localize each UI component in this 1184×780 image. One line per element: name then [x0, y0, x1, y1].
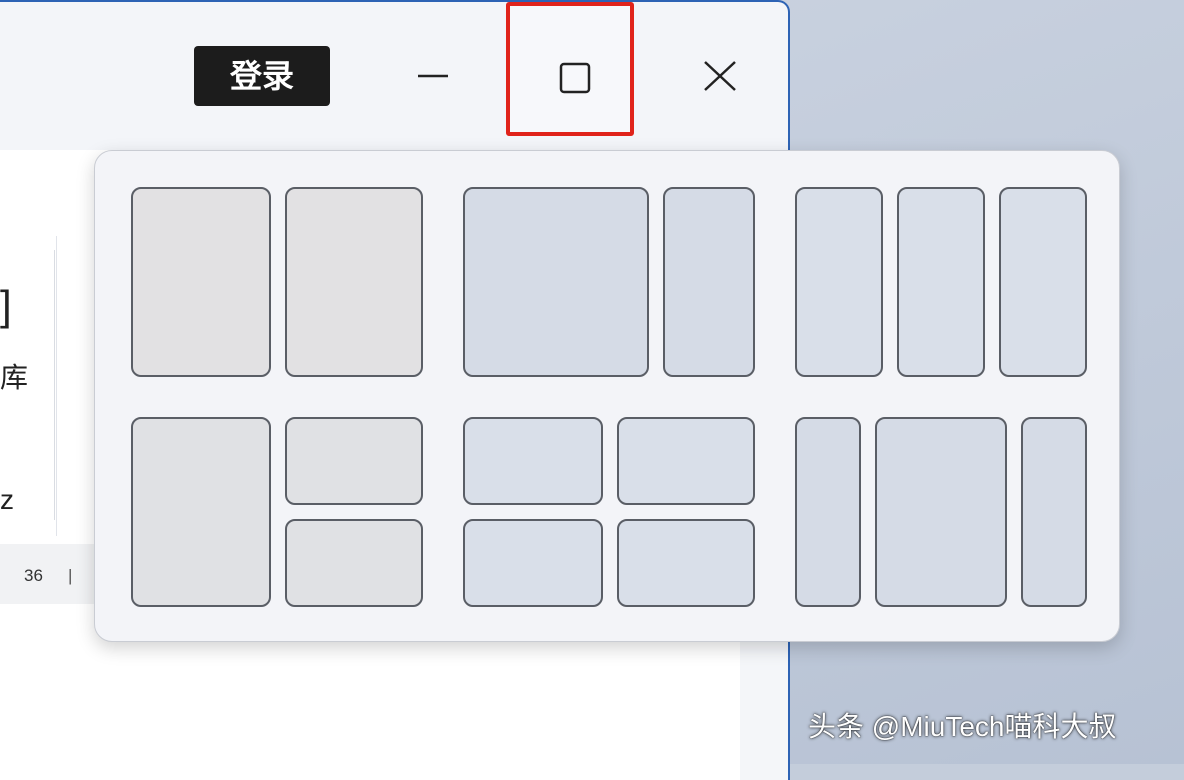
minimize-icon	[418, 74, 448, 78]
snap-zone-layout6-right[interactable]	[1021, 417, 1087, 607]
snap-zone-layout3-middle[interactable]	[897, 187, 985, 377]
sidebar-divider	[54, 250, 55, 520]
snap-zone-layout5-bottom-left[interactable]	[463, 519, 603, 607]
snap-zone-layout4-bottom-right[interactable]	[285, 519, 423, 607]
snap-zone-layout2-right[interactable]	[663, 187, 755, 377]
sidebar-glyph-low: z	[0, 484, 14, 515]
sidebar-glyph-library: 库	[0, 362, 29, 393]
status-separator: |	[68, 566, 73, 585]
maximize-icon	[559, 62, 591, 94]
snap-zone-layout5-bottom-right[interactable]	[617, 519, 755, 607]
snap-zone-layout3-right[interactable]	[999, 187, 1087, 377]
snap-zone-layout2-left[interactable]	[463, 187, 649, 377]
snap-layouts-flyout	[94, 150, 1120, 642]
watermark: 头条 @MiuTech喵科大叔	[808, 711, 1117, 742]
status-count: 36	[24, 566, 43, 585]
minimize-button[interactable]	[366, 0, 496, 140]
snap-zone-layout4-top-right[interactable]	[285, 417, 423, 505]
close-button[interactable]	[656, 0, 786, 140]
maximize-button[interactable]	[506, 2, 634, 136]
login-button[interactable]: 登录	[194, 46, 330, 106]
snap-zone-layout5-top-left[interactable]	[463, 417, 603, 505]
close-icon	[704, 61, 736, 91]
sidebar-glyph-top: ]	[0, 282, 12, 329]
snap-zone-layout6-center[interactable]	[875, 417, 1007, 607]
snap-zone-layout5-top-right[interactable]	[617, 417, 755, 505]
snap-zone-layout1-left[interactable]	[131, 187, 271, 377]
snap-zone-layout1-right[interactable]	[285, 187, 423, 377]
snap-zone-layout3-left[interactable]	[795, 187, 883, 377]
snap-zone-layout6-left[interactable]	[795, 417, 861, 607]
snap-zone-layout4-left[interactable]	[131, 417, 271, 607]
